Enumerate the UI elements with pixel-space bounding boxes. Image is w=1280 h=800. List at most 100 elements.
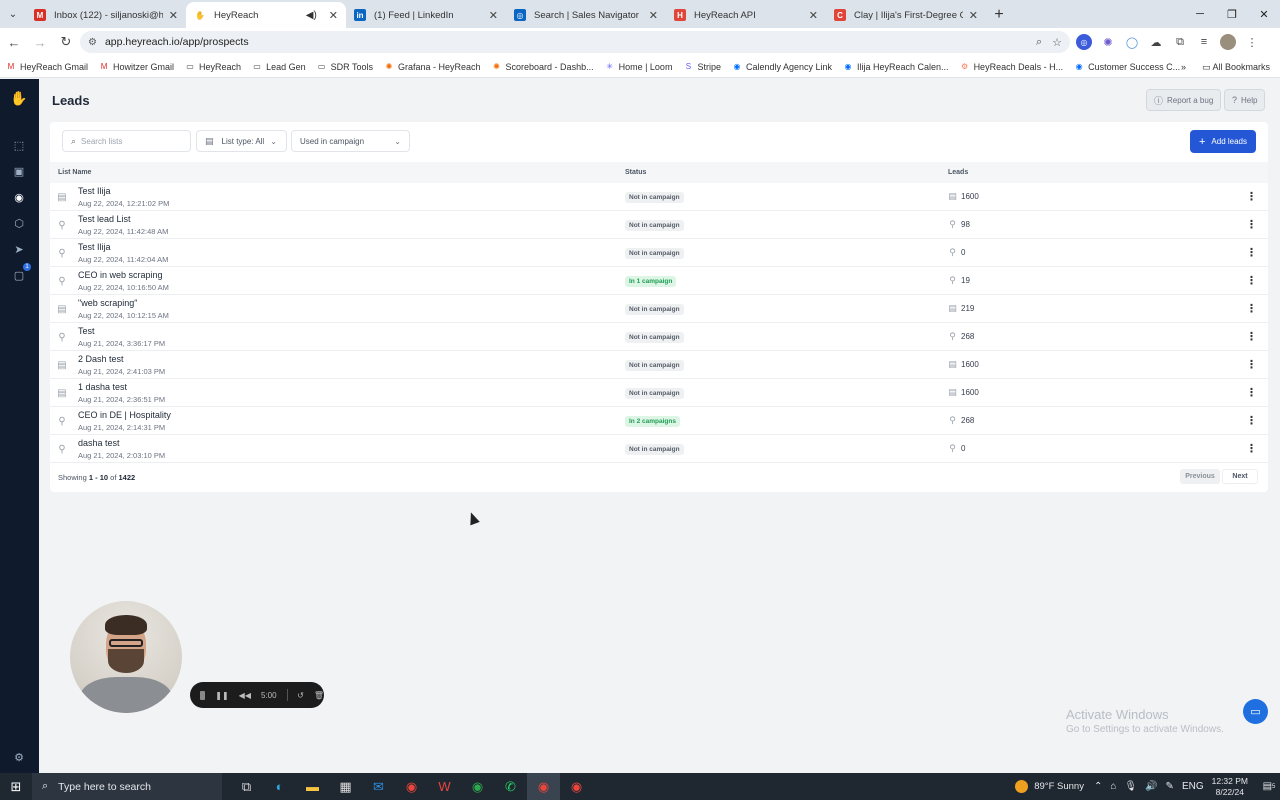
table-row[interactable]: ▤ "web scraping" Aug 22, 2024, 10:12:15 AM… <box>50 295 1268 323</box>
browser-tab[interactable]: ◎ Search | Sales Navigator ✕ <box>506 2 666 28</box>
chrome-icon[interactable]: ◉ <box>395 773 428 800</box>
extension-blue-icon[interactable]: ◎ <box>1076 34 1092 50</box>
task-view-icon[interactable]: ⧉ <box>230 773 263 800</box>
add-leads-button[interactable]: + Add leads <box>1190 130 1256 153</box>
extension-ring-icon[interactable]: ◯ <box>1124 34 1140 50</box>
used-in-campaign-filter[interactable]: Used in campaign ⌄ <box>291 130 410 152</box>
table-row[interactable]: ⚲ dasha test Aug 21, 2024, 2:03:10 PM Not i… <box>50 435 1268 463</box>
file-explorer-icon[interactable]: ▬ <box>296 773 329 800</box>
network-icon[interactable]: ⌂ <box>1110 781 1116 792</box>
rewind-icon[interactable]: ◀◀ <box>239 691 251 700</box>
table-row[interactable]: ▤ 1 dasha test Aug 21, 2024, 2:36:51 PM Not… <box>50 379 1268 407</box>
bookmark-item[interactable]: ✺ Scoreboard - Dashb... <box>492 62 593 72</box>
table-row[interactable]: ⚲ Test Aug 21, 2024, 3:36:17 PM Not in camp… <box>50 323 1268 351</box>
forward-icon[interactable]: → <box>28 30 52 54</box>
tab-close-icon[interactable]: ✕ <box>649 9 658 22</box>
bookmark-item[interactable]: ◉ Customer Success C... <box>1074 62 1181 72</box>
list-name[interactable]: Test <box>78 326 95 336</box>
bookmark-item[interactable]: M Howitzer Gmail <box>99 62 174 72</box>
whatsapp-icon[interactable]: ✆ <box>494 773 527 800</box>
tab-close-icon[interactable]: ✕ <box>489 9 498 22</box>
list-name[interactable]: Test lead List <box>78 214 131 224</box>
search-lists-input[interactable]: ⌕ Search lists <box>62 130 191 152</box>
bookmark-item[interactable]: ⚙ HeyReach Deals - H... <box>960 62 1063 72</box>
list-name[interactable]: 2 Dash test <box>78 354 124 364</box>
col-status[interactable]: Status <box>625 169 646 176</box>
list-name[interactable]: CEO in DE | Hospitality <box>78 410 171 420</box>
wps-office-icon[interactable]: W <box>428 773 461 800</box>
table-row[interactable]: ⚲ Test lead List Aug 22, 2024, 11:42:48 AM… <box>50 211 1268 239</box>
list-name[interactable]: "web scraping" <box>78 298 137 308</box>
browser-tab[interactable]: H HeyReach API ✕ <box>666 2 826 28</box>
tab-close-icon[interactable]: ✕ <box>329 9 338 22</box>
pen-icon[interactable]: ✎ <box>1166 781 1174 792</box>
list-name[interactable]: Test Ilija <box>78 242 111 252</box>
windows-start-icon[interactable]: ⊞ <box>0 773 32 800</box>
list-name[interactable]: CEO in web scraping <box>78 270 163 280</box>
previous-page-button[interactable]: Previous <box>1180 469 1220 484</box>
volume-icon[interactable]: 🔊 <box>1145 781 1157 792</box>
leads-user-icon[interactable]: ◉ <box>11 189 27 205</box>
minimize-icon[interactable]: ─ <box>1184 0 1216 28</box>
support-chat-icon[interactable]: ▭ <box>1243 699 1268 724</box>
row-menu-icon[interactable]: ⋮ <box>1246 274 1257 287</box>
weather-widget[interactable]: 89°F Sunny <box>1015 780 1084 793</box>
tab-search-chevron-icon[interactable]: ⌄ <box>0 0 26 28</box>
close-window-icon[interactable]: ✕ <box>1248 0 1280 28</box>
bookmark-item[interactable]: ✳ Home | Loom <box>605 62 672 72</box>
row-menu-icon[interactable]: ⋮ <box>1246 190 1257 203</box>
bookmark-item[interactable]: ▭ SDR Tools <box>317 62 373 72</box>
more-bookmarks-icon[interactable]: » <box>1181 62 1186 72</box>
new-tab-button[interactable]: + <box>986 2 1012 28</box>
row-menu-icon[interactable]: ⋮ <box>1246 358 1257 371</box>
row-menu-icon[interactable]: ⋮ <box>1246 386 1257 399</box>
report-bug-button[interactable]: ⓘ Report a bug <box>1146 89 1222 111</box>
microphone-icon[interactable]: 🎙 <box>1124 781 1137 792</box>
restore-icon[interactable]: ❐ <box>1216 0 1248 28</box>
back-icon[interactable]: ← <box>2 30 26 54</box>
site-info-icon[interactable]: ⚙ <box>88 37 97 48</box>
table-row[interactable]: ▤ 2 Dash test Aug 21, 2024, 2:41:03 PM Not … <box>50 351 1268 379</box>
extension-cloud-icon[interactable]: ☁ <box>1148 34 1164 50</box>
browser-tab[interactable]: in (1) Feed | LinkedIn ✕ <box>346 2 506 28</box>
bookmark-item[interactable]: ▭ HeyReach <box>185 62 241 72</box>
tray-chevron-icon[interactable]: ⌃ <box>1094 781 1102 792</box>
next-page-button[interactable]: Next <box>1222 469 1258 484</box>
restart-icon[interactable]: ↺ <box>297 691 304 700</box>
browser-tab[interactable]: M Inbox (122) - siljanoski@heyreach ✕ <box>26 2 186 28</box>
bookmark-item[interactable]: ◉ Ilija HeyReach Calen... <box>843 62 949 72</box>
reload-icon[interactable]: ↻ <box>54 30 78 54</box>
row-menu-icon[interactable]: ⋮ <box>1246 414 1257 427</box>
row-menu-icon[interactable]: ⋮ <box>1246 442 1257 455</box>
mail-icon[interactable]: ✉ <box>362 773 395 800</box>
browser-menu-icon[interactable]: ⋮ <box>1244 34 1260 50</box>
browser-tab[interactable]: C Clay | Ilija's First-Degree Conne ✕ <box>826 2 986 28</box>
bookmark-item[interactable]: ✺ Grafana - HeyReach <box>384 62 481 72</box>
list-name[interactable]: dasha test <box>78 438 120 448</box>
row-menu-icon[interactable]: ⋮ <box>1246 330 1257 343</box>
settings-gear-icon[interactable]: ⚙ <box>11 749 27 765</box>
campaigns-icon[interactable]: ⬡ <box>11 215 27 231</box>
notification-center-icon[interactable]: ▤ 5 <box>1258 781 1280 792</box>
send-icon[interactable]: ➤ <box>11 241 27 257</box>
list-type-filter[interactable]: ▤ List type: All ⌄ <box>196 130 287 152</box>
chrome-second-icon[interactable]: ◉ <box>560 773 593 800</box>
table-row[interactable]: ⚲ Test Ilija Aug 22, 2024, 11:42:04 AM Not … <box>50 239 1268 267</box>
chrome-active-icon[interactable]: ◉ <box>527 773 560 800</box>
tab-close-icon[interactable]: ✕ <box>169 9 178 22</box>
pause-icon[interactable]: ❚❚ <box>215 691 228 700</box>
row-menu-icon[interactable]: ⋮ <box>1246 218 1257 231</box>
browser-tab[interactable]: ✋ HeyReach ◀) ✕ <box>186 2 346 28</box>
row-menu-icon[interactable]: ⋮ <box>1246 246 1257 259</box>
extensions-puzzle-icon[interactable]: ⧉ <box>1172 34 1188 50</box>
edge-icon[interactable]: ◐ <box>263 773 296 800</box>
tab-close-icon[interactable]: ✕ <box>969 9 978 22</box>
row-menu-icon[interactable]: ⋮ <box>1246 302 1257 315</box>
all-bookmarks-link[interactable]: ▭ All Bookmarks <box>1202 62 1270 73</box>
table-row[interactable]: ⚲ CEO in DE | Hospitality Aug 21, 2024, 2:… <box>50 407 1268 435</box>
dashboard-chart-icon[interactable]: ⬚ <box>11 137 27 153</box>
media-control-icon[interactable]: ≡ <box>1196 34 1212 50</box>
tab-audio-icon[interactable]: ◀) <box>306 10 317 21</box>
chrome-profile-icon[interactable]: ◉ <box>461 773 494 800</box>
bookmark-item[interactable]: ▭ Lead Gen <box>252 62 305 72</box>
